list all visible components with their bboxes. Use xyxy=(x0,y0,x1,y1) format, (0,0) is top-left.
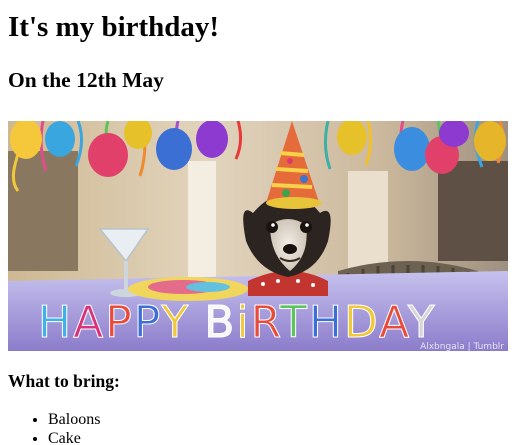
bring-list: Baloons Cake xyxy=(8,410,100,445)
page-subtitle: On the 12th May xyxy=(8,68,164,92)
banner-text: HAPPY BiRTHDAY xyxy=(38,297,437,348)
list-item: Cake xyxy=(48,429,100,445)
bring-heading: What to bring: xyxy=(8,371,120,391)
image-watermark: Alxbngala | Tumblr xyxy=(420,342,504,351)
list-item: Baloons xyxy=(48,410,100,429)
page-title: It's my birthday! xyxy=(8,11,220,43)
birthday-gif-image: HAPPY BiRTHDAY Alxbngala | Tumblr xyxy=(8,121,508,351)
page-content: It's my birthday! On the 12th May xyxy=(0,8,521,93)
